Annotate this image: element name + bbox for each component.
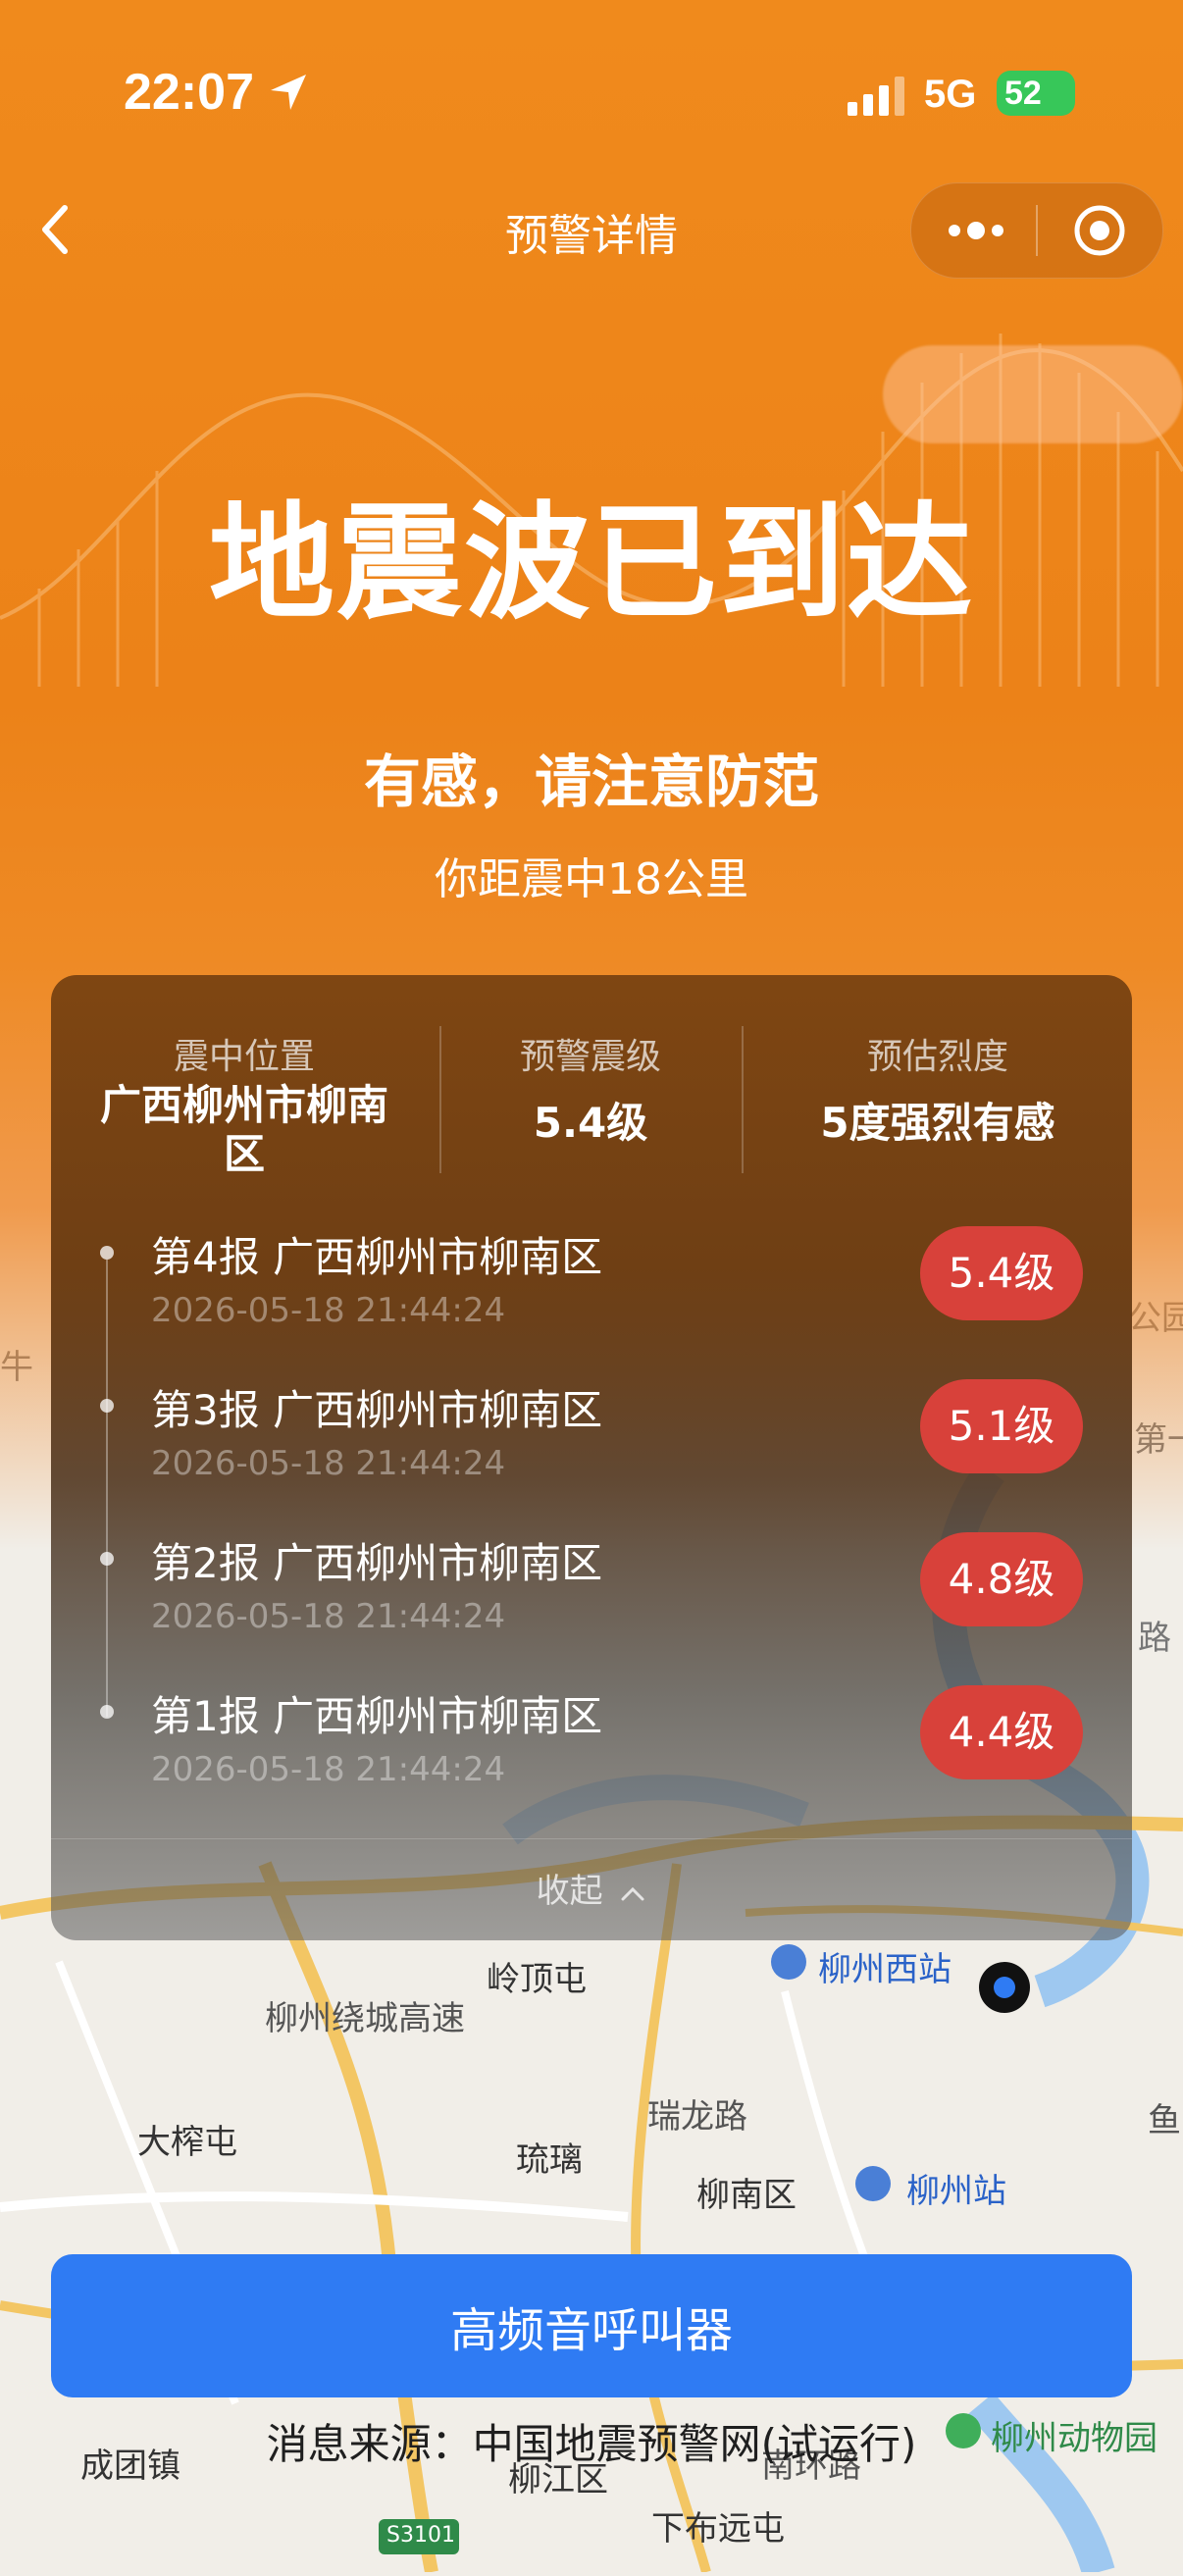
magnitude-badge: 5.4级 xyxy=(920,1226,1083,1320)
network-type: 5G xyxy=(924,73,977,116)
collapse-toggle[interactable]: 收起 xyxy=(51,1864,1132,1912)
location-label: 震中位置 xyxy=(173,1037,315,1077)
status-time: 22:07 xyxy=(124,64,254,121)
battery-indicator: 52 xyxy=(997,71,1075,116)
chevron-up-icon xyxy=(621,1886,644,1900)
map-label-liunan-district: 柳南区 xyxy=(696,2176,797,2215)
map-label-yu: 鱼 xyxy=(1148,2101,1181,2140)
magnitude-label: 预警震级 xyxy=(519,1037,661,1077)
intensity-label: 预估烈度 xyxy=(866,1037,1008,1077)
magnitude-badge: 4.4级 xyxy=(920,1685,1083,1779)
report-title: 第2报 广西柳州市柳南区 xyxy=(151,1539,603,1587)
report-title: 第4报 广西柳州市柳南区 xyxy=(151,1233,603,1281)
magnitude-badge: 4.8级 xyxy=(920,1532,1083,1626)
blurred-pill xyxy=(883,345,1183,443)
location-arrow-icon xyxy=(271,75,306,110)
map-label-liuzhou-west-station[interactable]: 柳州西站 xyxy=(818,1942,952,1990)
report-time: 2026-05-18 21:44:24 xyxy=(151,1291,506,1330)
capsule-divider xyxy=(1036,205,1038,256)
collapse-label: 收起 xyxy=(536,1872,603,1911)
report-title: 第1报 广西柳州市柳南区 xyxy=(151,1692,603,1740)
timeline-dot xyxy=(100,1246,114,1260)
high-frequency-pager-button[interactable]: 高频音呼叫器 xyxy=(51,2254,1132,2397)
timeline-dot xyxy=(100,1552,114,1566)
report-time: 2026-05-18 21:44:24 xyxy=(151,1750,506,1789)
map-label-xiabuyuantun: 下布远屯 xyxy=(651,2509,785,2549)
intensity-value: 5度强烈有感 xyxy=(820,1099,1055,1147)
source-note: 消息来源：中国地震预警网(试运行) xyxy=(266,2420,917,2468)
magnitude-badge: 5.1级 xyxy=(920,1379,1083,1473)
timeline-dot xyxy=(100,1399,114,1413)
miniapp-capsule xyxy=(910,182,1163,279)
alert-detail-card: 震中位置 广西柳州市柳南区 预警震级 5.4级 预估烈度 5度强烈有感 第4报 … xyxy=(51,975,1132,1940)
map-label-liuzhou-station[interactable]: 柳州站 xyxy=(906,2164,1006,2212)
target-circle-icon[interactable] xyxy=(1072,203,1127,258)
distance-to-epicenter: 你距震中18公里 xyxy=(435,854,748,904)
page-title: 预警详情 xyxy=(505,211,678,261)
map-label-lu: 路 xyxy=(1138,1619,1171,1658)
map-label-lingdingtun: 岭顶屯 xyxy=(487,1960,587,1999)
more-dots-icon[interactable] xyxy=(945,213,1007,248)
alert-headline: 地震波已到达 xyxy=(208,490,974,637)
location-value: 广西柳州市柳南区 xyxy=(99,1081,388,1178)
map-label-ruilong-road: 瑞龙路 xyxy=(647,2097,747,2137)
report-time: 2026-05-18 21:44:24 xyxy=(151,1597,506,1636)
timeline-dot xyxy=(100,1705,114,1719)
alert-subtitle: 有感，请注意防范 xyxy=(363,748,819,815)
magnitude-value: 5.4级 xyxy=(533,1099,648,1147)
map-label-liuli: 琉璃 xyxy=(516,2140,583,2180)
back-button[interactable] xyxy=(35,202,78,257)
signal-icon xyxy=(848,77,904,116)
battery-level: 52 xyxy=(1004,75,1042,112)
report-time: 2026-05-18 21:44:24 xyxy=(151,1444,506,1483)
card-divider xyxy=(51,1838,1132,1839)
map-label-dazhatun: 大榨屯 xyxy=(137,2123,237,2162)
report-title: 第3报 广西柳州市柳南区 xyxy=(151,1386,603,1434)
map-label-s3101: S3101 xyxy=(386,2523,455,2548)
map-label-ring-highway: 柳州绕城高速 xyxy=(265,1999,465,2038)
timeline-line xyxy=(106,1260,108,1717)
